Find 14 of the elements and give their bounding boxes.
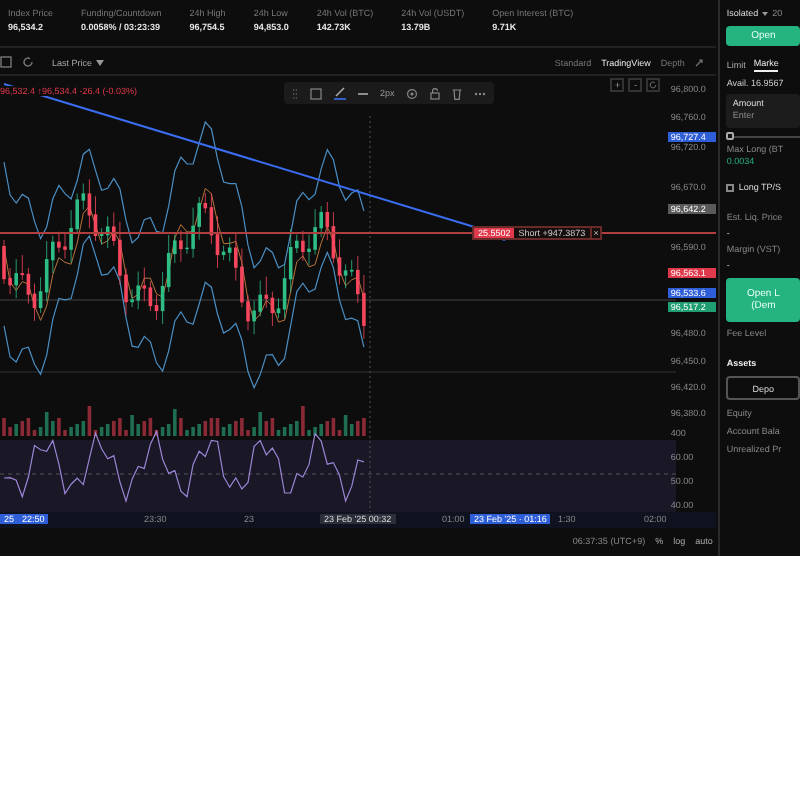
lock-icon[interactable] — [430, 87, 441, 99]
pen-icon[interactable] — [334, 86, 346, 100]
slider-thumb[interactable] — [726, 132, 735, 140]
expand-icon[interactable] — [694, 57, 705, 67]
template-icon[interactable] — [310, 87, 322, 99]
tpsl-checkbox[interactable] — [726, 183, 735, 191]
caret-icon — [96, 59, 105, 65]
indicator-icon[interactable] — [0, 56, 12, 68]
trash-icon[interactable] — [452, 87, 463, 99]
reset-icon[interactable] — [646, 78, 661, 92]
caret-icon — [762, 11, 769, 15]
refresh-icon[interactable] — [22, 56, 34, 68]
settings-icon[interactable] — [406, 87, 419, 99]
line-style-icon[interactable] — [358, 91, 368, 95]
